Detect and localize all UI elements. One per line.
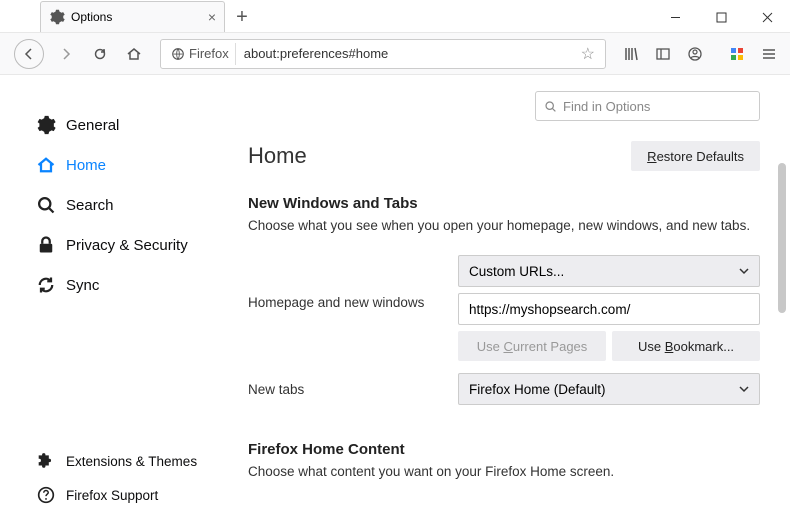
firefox-icon — [171, 47, 185, 61]
sidebar-item-home[interactable]: Home — [36, 145, 220, 185]
search-placeholder: Find in Options — [563, 99, 650, 114]
question-icon — [36, 485, 56, 505]
sidebar-item-label: Extensions & Themes — [66, 454, 197, 469]
sidebar-button[interactable] — [648, 39, 678, 69]
section-title: Firefox Home Content — [248, 441, 760, 458]
maximize-button[interactable] — [698, 2, 744, 32]
sidebar-item-label: Firefox Support — [66, 488, 158, 503]
page-title: Home — [248, 143, 307, 169]
bookmark-star-icon[interactable]: ☆ — [575, 44, 601, 64]
select-value: Custom URLs... — [469, 264, 564, 279]
sidebar-item-label: Sync — [66, 277, 99, 294]
use-current-pages-button[interactable]: Use Current Pages — [458, 331, 606, 361]
scrollbar[interactable] — [778, 163, 786, 313]
close-window-button[interactable] — [744, 2, 790, 32]
window-controls — [652, 2, 790, 32]
section-description: Choose what content you want on your Fir… — [248, 464, 760, 479]
sidebar-item-sync[interactable]: Sync — [36, 265, 220, 305]
url-text: about:preferences#home — [236, 46, 575, 61]
forward-button[interactable] — [50, 38, 82, 70]
extension-button[interactable] — [722, 39, 752, 69]
home-icon — [36, 155, 56, 175]
section-title: New Windows and Tabs — [248, 195, 760, 212]
close-icon[interactable]: × — [208, 9, 216, 25]
address-bar[interactable]: Firefox about:preferences#home ☆ — [160, 39, 606, 69]
title-bar: Options × + — [0, 0, 790, 33]
sidebar-item-label: Privacy & Security — [66, 237, 188, 254]
puzzle-icon — [36, 451, 56, 471]
sidebar-item-general[interactable]: General — [36, 105, 220, 145]
library-button[interactable] — [616, 39, 646, 69]
sidebar-item-label: General — [66, 117, 119, 134]
search-icon — [36, 195, 56, 215]
input-value: https://myshopsearch.com/ — [469, 302, 630, 317]
minimize-button[interactable] — [652, 2, 698, 32]
search-input[interactable]: Find in Options — [535, 91, 760, 121]
sidebar-item-privacy[interactable]: Privacy & Security — [36, 225, 220, 265]
back-button[interactable] — [14, 39, 44, 69]
identity-box[interactable]: Firefox — [165, 43, 236, 65]
select-value: Firefox Home (Default) — [469, 382, 606, 397]
new-tab-button[interactable]: + — [229, 4, 255, 30]
gear-icon — [36, 115, 56, 135]
chevron-down-icon — [739, 382, 749, 397]
homepage-url-input[interactable]: https://myshopsearch.com/ — [458, 293, 760, 325]
homepage-label: Homepage and new windows — [248, 255, 458, 310]
use-bookmark-button[interactable]: Use Bookmark... — [612, 331, 760, 361]
reload-button[interactable] — [84, 38, 116, 70]
newtabs-label: New tabs — [248, 382, 458, 397]
toolbar: Firefox about:preferences#home ☆ — [0, 33, 790, 75]
account-button[interactable] — [680, 39, 710, 69]
gear-icon — [49, 9, 65, 25]
home-button[interactable] — [118, 38, 150, 70]
restore-defaults-button[interactable]: Restore Defaults — [631, 141, 760, 171]
sidebar-item-label: Home — [66, 157, 106, 174]
sidebar-item-search[interactable]: Search — [36, 185, 220, 225]
sidebar-item-label: Search — [66, 197, 114, 214]
chevron-down-icon — [739, 264, 749, 279]
browser-tab[interactable]: Options × — [40, 1, 225, 32]
content-area: General Home Search Privacy & Security S… — [0, 75, 790, 530]
sidebar-item-extensions[interactable]: Extensions & Themes — [36, 444, 220, 478]
main-panel: Find in Options Home Restore Defaults Ne… — [220, 75, 790, 530]
sidebar: General Home Search Privacy & Security S… — [0, 75, 220, 530]
homepage-mode-select[interactable]: Custom URLs... — [458, 255, 760, 287]
section-description: Choose what you see when you open your h… — [248, 218, 760, 233]
search-icon — [544, 100, 557, 113]
tab-title: Options — [71, 10, 112, 24]
menu-button[interactable] — [754, 39, 784, 69]
identity-label: Firefox — [189, 46, 229, 61]
lock-icon — [36, 235, 56, 255]
sidebar-item-support[interactable]: Firefox Support — [36, 478, 220, 512]
newtabs-select[interactable]: Firefox Home (Default) — [458, 373, 760, 405]
sync-icon — [36, 275, 56, 295]
